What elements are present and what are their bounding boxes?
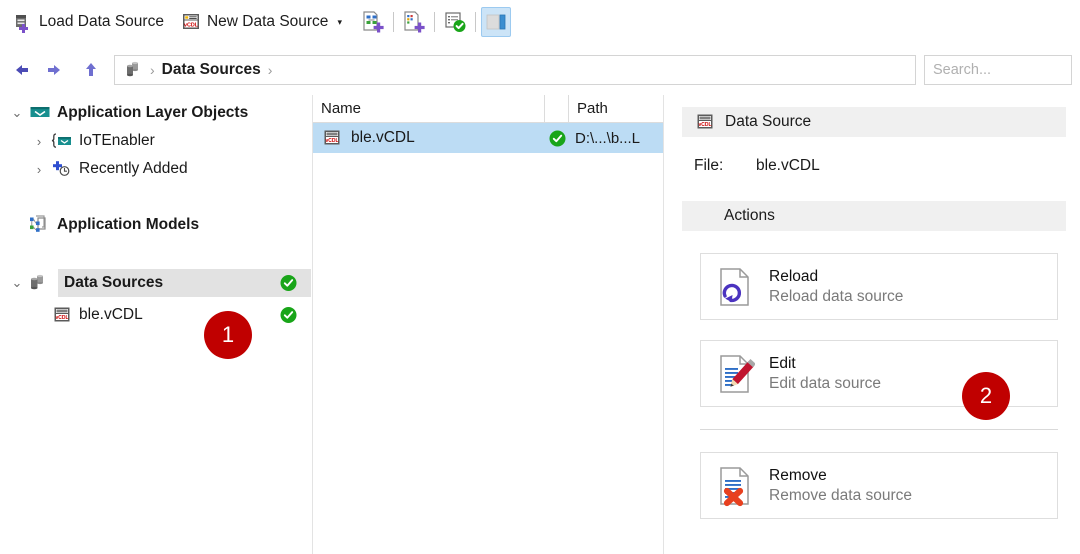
- application-window: Load Data Source vCDL New Data Source ▾: [0, 0, 1080, 554]
- search-input[interactable]: [925, 56, 1080, 84]
- forward-arrow-icon[interactable]: [40, 55, 70, 85]
- tree-item-data-sources[interactable]: ⌄ Data Sources: [12, 269, 311, 297]
- toolbar-separator: [474, 12, 476, 32]
- data-sources-icon: [26, 273, 50, 293]
- navigation-bar: › Data Sources ›: [0, 48, 1080, 92]
- vcdl-file-icon: vCDL: [694, 112, 716, 132]
- list-item-path: D:\...\b...L: [575, 129, 641, 147]
- back-arrow-icon[interactable]: [6, 55, 36, 85]
- breadcrumb-item-data-sources[interactable]: Data Sources: [162, 61, 261, 79]
- list-item[interactable]: vCDL ble.vCDL D:\...\b...L: [313, 123, 663, 153]
- column-header-path[interactable]: Path: [569, 95, 663, 122]
- details-panel: vCDL Data Source File: ble.vCDL Actions …: [668, 95, 1080, 554]
- new-application-layer-object-icon[interactable]: [358, 7, 388, 37]
- svg-text:vCDL: vCDL: [698, 122, 711, 128]
- details-header: vCDL Data Source: [682, 107, 1066, 137]
- list-header: Name Path: [313, 95, 663, 123]
- remove-action-text: Remove Remove data source: [769, 466, 912, 505]
- new-data-source-label: New Data Source: [206, 13, 329, 30]
- reload-action-title: Reload: [769, 268, 819, 286]
- load-data-source-button[interactable]: Load Data Source: [8, 7, 168, 37]
- callout-badge-1: 1: [204, 311, 252, 359]
- details-file-value: ble.vCDL: [756, 157, 820, 174]
- svg-text:vCDL: vCDL: [184, 22, 199, 28]
- edit-action-title: Edit: [769, 355, 796, 373]
- data-sources-list-panel: Name Path vCDL ble.vCDL D:\...\b...L: [312, 95, 664, 554]
- tree-item-ble-vcdl[interactable]: vCDL ble.vCDL: [0, 301, 311, 329]
- actions-section-header: Actions: [682, 201, 1066, 231]
- tree-item-label: Application Models: [57, 216, 200, 233]
- column-header-status[interactable]: [545, 95, 569, 122]
- list-item-label: ble.vCDL: [351, 129, 415, 146]
- reload-document-icon: [715, 266, 755, 308]
- up-arrow-icon[interactable]: [76, 55, 106, 85]
- toolbar-separator: [392, 12, 394, 32]
- remove-action-button[interactable]: Remove Remove data source: [700, 452, 1058, 519]
- validate-icon[interactable]: [440, 7, 470, 37]
- status-badge-ok: [280, 275, 297, 292]
- application-models-icon: [28, 214, 52, 236]
- chevron-right-icon[interactable]: ›: [28, 162, 50, 177]
- status-badge-ok: [280, 307, 297, 324]
- edit-action-text: Edit Edit data source: [769, 354, 881, 393]
- search-box[interactable]: [924, 55, 1080, 85]
- tree-item-recently-added[interactable]: › Recently Added: [0, 155, 311, 183]
- breadcrumb-separator: ›: [150, 62, 155, 78]
- chevron-down-icon[interactable]: ⌄: [6, 105, 28, 121]
- svg-text:vCDL: vCDL: [325, 138, 338, 144]
- data-sources-icon: [123, 60, 143, 80]
- load-data-source-label: Load Data Source: [39, 13, 164, 30]
- details-file-label: File:: [694, 157, 724, 174]
- tree-item-iot-enabler[interactable]: › IoTEnabler: [0, 127, 311, 155]
- new-data-source-icon: vCDL: [180, 11, 202, 33]
- tree-item-label: IoTEnabler: [79, 132, 155, 149]
- tree-item-label: ble.vCDL: [79, 306, 143, 323]
- list-item-status-badge: [545, 130, 569, 147]
- tree-item-label: Recently Added: [79, 160, 188, 177]
- new-application-model-icon[interactable]: [399, 7, 429, 37]
- toggle-details-pane-icon[interactable]: [480, 7, 511, 37]
- list-item-name-cell: vCDL ble.vCDL: [313, 128, 545, 148]
- tree-item-application-layer-objects[interactable]: ⌄ Application Layer Objects: [0, 99, 311, 127]
- edit-document-icon: [715, 353, 755, 395]
- vcdl-file-icon: vCDL: [321, 128, 343, 148]
- actions-divider: [700, 429, 1058, 430]
- chevron-right-icon[interactable]: ›: [28, 134, 50, 149]
- reload-action-subtitle: Reload data source: [769, 287, 904, 305]
- tree-item-label: Data Sources: [64, 274, 164, 291]
- reload-action-text: Reload Reload data source: [769, 267, 903, 306]
- vcdl-file-icon: vCDL: [50, 305, 74, 325]
- new-data-source-button[interactable]: vCDL New Data Source ▾: [176, 7, 346, 37]
- tree-item-application-models[interactable]: Application Models: [0, 211, 311, 239]
- chevron-down-icon[interactable]: ▾: [337, 17, 342, 27]
- details-file-row: File: ble.vCDL: [668, 157, 1080, 175]
- main-toolbar: Load Data Source vCDL New Data Source ▾: [0, 0, 1080, 45]
- toolbar-separator: [433, 12, 435, 32]
- load-data-source-icon: [12, 11, 34, 33]
- application-layer-objects-icon: [28, 104, 52, 122]
- breadcrumb-separator-end[interactable]: ›: [268, 62, 273, 78]
- edit-action-subtitle: Edit data source: [769, 374, 882, 392]
- details-header-title: Data Source: [725, 113, 812, 130]
- column-header-name[interactable]: Name: [313, 95, 545, 122]
- reload-action-button[interactable]: Reload Reload data source: [700, 253, 1058, 320]
- svg-text:vCDL: vCDL: [55, 315, 68, 321]
- chevron-down-icon[interactable]: ⌄: [6, 275, 28, 291]
- recently-added-icon: [50, 159, 74, 179]
- iot-enabler-icon: [50, 131, 74, 151]
- remove-action-title: Remove: [769, 467, 827, 485]
- navigation-tree-panel: ⌄ Application Layer Objects › IoTEnabler…: [0, 95, 311, 554]
- remove-document-icon: [715, 465, 755, 507]
- breadcrumb[interactable]: › Data Sources ›: [114, 55, 916, 85]
- remove-action-subtitle: Remove data source: [769, 486, 913, 504]
- callout-badge-2: 2: [962, 372, 1010, 420]
- tree-item-label: Application Layer Objects: [57, 104, 249, 121]
